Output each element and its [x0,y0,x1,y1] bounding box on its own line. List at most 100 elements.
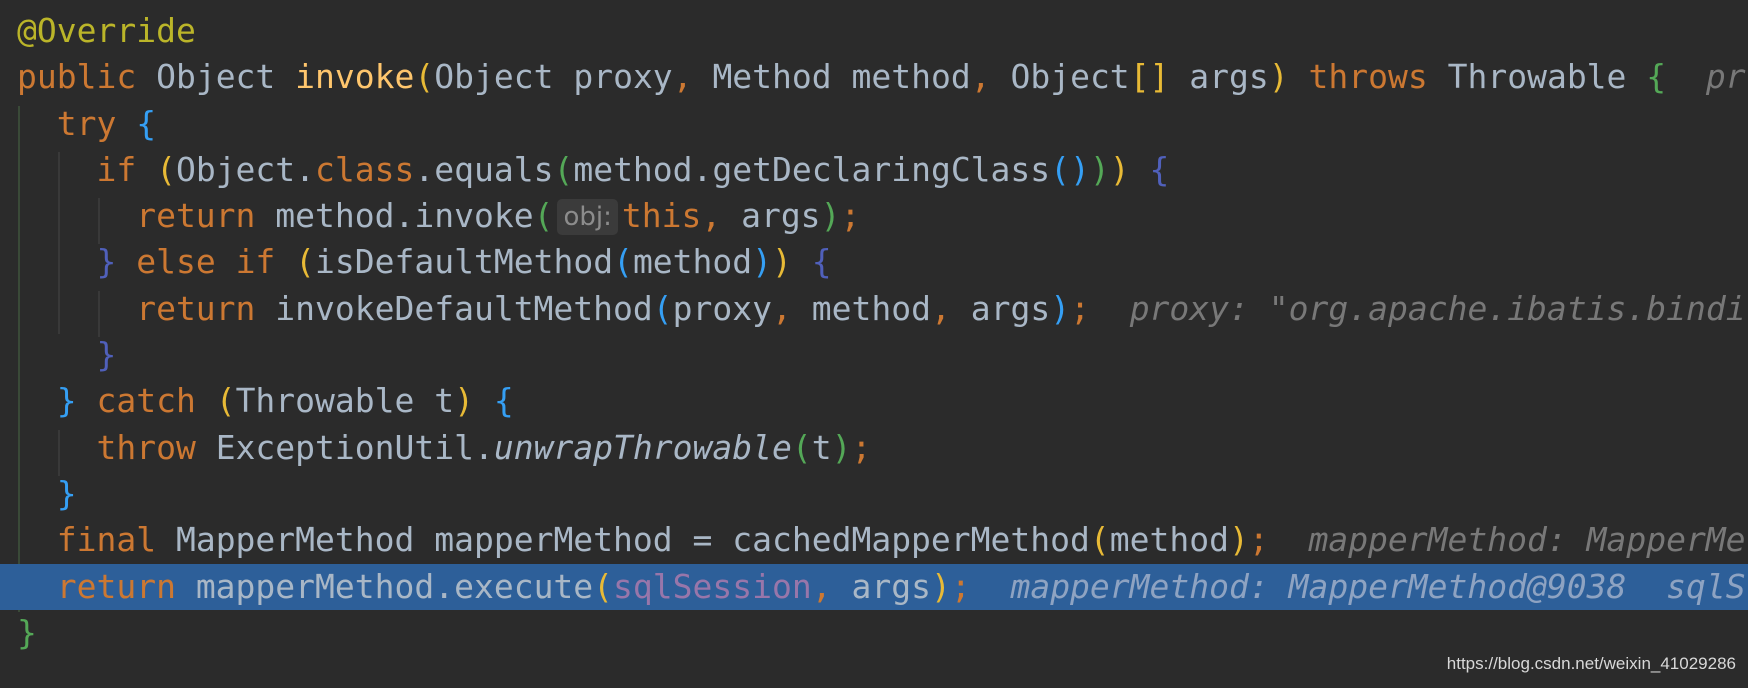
code-token: Method method [712,57,971,97]
code-token: Object [136,57,296,97]
code-line-current[interactable]: return mapperMethod.execute(sqlSession, … [0,563,1748,610]
code-token: return [17,566,196,606]
code-token: public [17,57,137,97]
code-token: ( [593,566,614,606]
code-token: method.getDeclaringClass [573,149,1051,189]
debug-value-hint: pr [1666,57,1746,97]
code-token: } [17,335,117,375]
code-token: Object. [175,149,316,189]
debug-value-hint: mapperMethod: MapperMe [1268,520,1746,560]
code-token: throw [17,427,216,467]
code-token: proxy [672,288,772,328]
code-token: Throwable t [235,381,455,421]
code-token: args [1169,57,1269,97]
code-token: ) [752,242,773,282]
code-token: ExceptionUtil. [215,427,494,467]
code-token: , [811,566,852,606]
code-token: } [17,612,37,652]
code-token: { [473,381,514,421]
code-line[interactable]: } [0,471,1748,517]
code-token: args [851,566,931,606]
code-token: ) [831,427,852,467]
code-line[interactable]: if (Object.class.equals(method.getDeclar… [0,147,1748,193]
code-line[interactable]: final MapperMethod mapperMethod = cached… [0,517,1748,563]
code-token: ( [215,381,236,421]
code-token: { [1149,149,1170,189]
code-line[interactable]: return invokeDefaultMethod(proxy, method… [0,286,1748,332]
code-token: unwrapThrowable [493,427,792,467]
code-token: ; [1248,520,1269,560]
code-token: ( [613,242,633,282]
code-line[interactable]: return method.invoke(obj: this, args); [0,193,1748,239]
code-token: ) [772,242,792,282]
code-token: } [17,381,77,421]
code-line[interactable]: } catch (Throwable t) { [0,378,1748,424]
debug-value-hint: proxy: "org.apache.ibatis.bindi [1089,288,1746,328]
code-token: ( [791,427,812,467]
parameter-hint: obj: [557,199,618,236]
code-token: ( [553,149,574,189]
code-token: isDefaultMethod [315,242,614,282]
code-token: ( [652,288,673,328]
code-token: try [17,103,137,143]
code-token: ( [1089,520,1110,560]
code-line[interactable]: } else if (isDefaultMethod(method)) { [0,239,1748,285]
code-line[interactable]: throw ExceptionUtil.unwrapThrowable(t); [0,425,1748,471]
code-token: ( [295,242,316,282]
code-token: Object proxy [434,57,673,97]
code-token: mapperMethod.execute [195,566,594,606]
code-token: Throwable [1447,57,1647,97]
watermark: https://blog.csdn.net/weixin_41029286 [1446,654,1736,673]
code-token: ; [950,566,971,606]
code-token: ) [454,381,474,421]
code-token: catch [76,381,216,421]
code-token: } [17,473,77,513]
code-token: method.invoke [275,196,534,236]
code-token: return [17,196,276,236]
code-token: [] [1129,57,1170,97]
code-token: { [136,103,157,143]
code-line[interactable]: public Object invoke(Object proxy, Metho… [0,54,1748,100]
code-token: ) [820,196,841,236]
code-token: , [930,288,971,328]
code-token: { [811,242,832,282]
code-token: else if [116,242,296,282]
code-token: , [672,57,713,97]
code-token: ) [1228,520,1249,560]
code-token: ( [414,57,435,97]
code-token: MapperMethod mapperMethod = cachedMapper… [175,520,1090,560]
code-token: ) [930,566,951,606]
code-token: ( [533,196,554,236]
code-editor[interactable]: @Override public Object invoke(Object pro… [0,8,1748,656]
code-token: , [970,57,1011,97]
code-token: final [17,520,176,560]
code-token: Object [1010,57,1130,97]
code-token: class [315,149,415,189]
code-token: () [1050,149,1090,189]
code-token: ; [840,196,861,236]
code-token: invokeDefaultMethod [275,288,653,328]
code-token: ; [851,427,872,467]
code-token: method [1109,520,1229,560]
code-token: ) [1109,149,1130,189]
code-token: this [621,196,702,236]
code-token: } [96,242,117,282]
code-token: @Override [17,11,196,50]
code-token: method [811,288,931,328]
code-token: , [701,196,742,236]
code-token: , [772,288,812,328]
code-token: args [741,196,821,236]
code-token: ) [1089,149,1110,189]
code-line[interactable]: try { [0,101,1748,147]
code-line[interactable]: } [0,332,1748,378]
code-line[interactable]: } [0,610,1748,656]
code-token: ; [1070,288,1090,328]
code-token: sqlSession [613,566,812,606]
code-line[interactable]: @Override [0,8,1748,54]
code-token: invoke [295,57,415,97]
debug-value-hint: mapperMethod: MapperMethod@9038 sqlS [970,566,1746,606]
code-token: ) [1050,288,1071,328]
